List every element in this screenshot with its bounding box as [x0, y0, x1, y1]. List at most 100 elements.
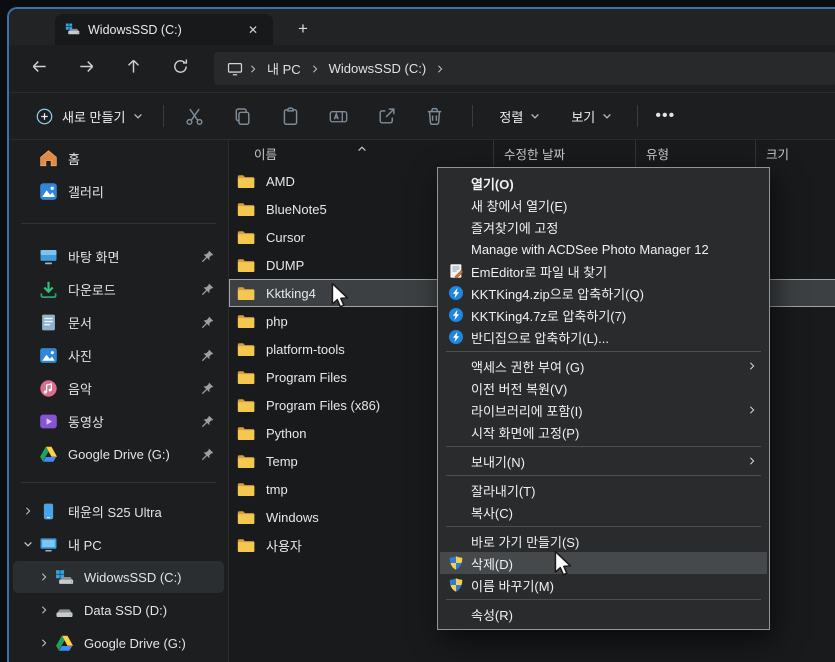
- pinned-icon: [200, 447, 215, 462]
- context-menu-item-pin-start[interactable]: 시작 화면에 고정(P): [440, 421, 767, 443]
- context-menu-item-properties[interactable]: 속성(R): [440, 603, 767, 625]
- context-menu-divider: [446, 475, 761, 476]
- context-menu-item-create-shortcut[interactable]: 바로 가기 만들기(S): [440, 530, 767, 552]
- address-bar[interactable]: 내 PC WidowsSSD (C:): [214, 52, 835, 85]
- chevron-down-icon: [133, 111, 143, 121]
- no-icon: [448, 175, 465, 192]
- sidebar-item-this-pc[interactable]: 내 PC: [13, 528, 224, 560]
- sidebar-item-google-drive[interactable]: Google Drive (G:): [13, 438, 224, 470]
- file-name: php: [266, 314, 288, 329]
- phone-icon: [39, 502, 58, 521]
- context-menu-item-emeditor-find[interactable]: EmEditor로 파일 내 찾기: [440, 260, 767, 282]
- sidebar-item-desktop[interactable]: 바탕 화면: [13, 240, 224, 272]
- context-menu-item-rename[interactable]: 이름 바꾸기(M): [440, 574, 767, 596]
- emeditor-icon: [448, 263, 465, 280]
- column-header-type[interactable]: 유형: [636, 140, 756, 167]
- sidebar-item-label: 바탕 화면: [68, 247, 119, 266]
- forward-button[interactable]: [68, 52, 104, 86]
- up-button[interactable]: [115, 52, 151, 86]
- column-header-name[interactable]: 이름: [229, 140, 494, 167]
- share-button[interactable]: [366, 100, 406, 132]
- context-menu-item-label: 바로 가기 만들기(S): [471, 532, 759, 551]
- toolbar-divider: [472, 105, 473, 127]
- view-button-label: 보기: [571, 107, 595, 126]
- refresh-button[interactable]: [162, 52, 198, 86]
- sidebar-item-gallery[interactable]: 갤러리: [13, 175, 224, 207]
- cut-button[interactable]: [174, 100, 214, 132]
- sort-button-label: 정렬: [499, 107, 523, 126]
- sidebar-item-label: 태윤의 S25 Ultra: [68, 502, 162, 521]
- folder-icon: [237, 174, 255, 189]
- context-menu-item-label: 잘라내기(T): [471, 481, 759, 500]
- column-header-size[interactable]: 크기: [756, 140, 835, 167]
- trash-icon: [424, 106, 445, 127]
- context-menu-item-zip-compress[interactable]: KKTKing4.zip으로 압축하기(Q): [440, 282, 767, 304]
- see-more-button[interactable]: •••: [648, 101, 682, 131]
- context-menu-item-include-library[interactable]: 라이브러리에 포함(I): [440, 399, 767, 421]
- submenu-chevron-icon: [748, 455, 756, 468]
- screen: WidowsSSD (C:) ✕ + 내 PC WidowsSSD (C:): [0, 0, 835, 662]
- context-menu-item-copy[interactable]: 복사(C): [440, 501, 767, 523]
- rename-button[interactable]: [318, 100, 358, 132]
- mouse-cursor: [326, 281, 354, 309]
- context-menu-item-acdsee-manage[interactable]: Manage with ACDSee Photo Manager 12: [440, 238, 767, 260]
- breadcrumb-widowsssd[interactable]: WidowsSSD (C:): [322, 58, 434, 79]
- pinned-icon: [200, 348, 215, 363]
- context-menu-item-delete[interactable]: 삭제(D): [440, 552, 767, 574]
- sidebar-item-home[interactable]: 홈: [13, 142, 224, 174]
- breadcrumb-my-pc[interactable]: 내 PC: [260, 56, 308, 81]
- breadcrumb-chevron-icon: [308, 63, 322, 75]
- no-icon: [448, 380, 465, 397]
- chevron-right-icon: [36, 637, 51, 649]
- new-tab-button[interactable]: +: [289, 16, 317, 42]
- sidebar-item-downloads[interactable]: 다운로드: [13, 273, 224, 305]
- sidebar-item-pictures[interactable]: 사진: [13, 339, 224, 371]
- context-menu-item-restore-versions[interactable]: 이전 버전 복원(V): [440, 377, 767, 399]
- context-menu-item-label: EmEditor로 파일 내 찾기: [471, 262, 759, 281]
- sidebar-item-label: 홈: [68, 149, 80, 168]
- context-menu-item-send-to[interactable]: 보내기(N): [440, 450, 767, 472]
- sidebar-item-music[interactable]: 음악: [13, 372, 224, 404]
- context-menu-divider: [446, 599, 761, 600]
- column-header-date[interactable]: 수정한 날짜: [494, 140, 636, 167]
- context-menu-item-7z-compress[interactable]: KKTKing4.7z로 압축하기(7): [440, 304, 767, 326]
- sidebar-item-widowsssd-c[interactable]: WidowsSSD (C:): [13, 561, 224, 593]
- plus-circle-icon: [35, 107, 54, 126]
- sidebar-item-videos[interactable]: 동영상: [13, 405, 224, 437]
- sidebar-item-documents[interactable]: 문서: [13, 306, 224, 338]
- context-menu-item-open[interactable]: 열기(O): [440, 172, 767, 194]
- pinned-icon: [200, 381, 215, 396]
- new-button[interactable]: 새로 만들기: [25, 101, 153, 132]
- sidebar-item-google-drive-g[interactable]: Google Drive (G:): [13, 627, 224, 659]
- tab-close-icon[interactable]: ✕: [241, 19, 265, 41]
- view-button[interactable]: 보기: [555, 101, 621, 132]
- bandizip-icon: [448, 329, 465, 346]
- rename-icon: [328, 106, 349, 127]
- context-menu-item-grant-access[interactable]: 액세스 권한 부여 (G): [440, 355, 767, 377]
- chevron-down-icon: [602, 111, 612, 121]
- no-icon: [448, 533, 465, 550]
- sidebar-item-data-ssd-d[interactable]: Data SSD (D:): [13, 594, 224, 626]
- context-menu-item-open-new-window[interactable]: 새 창에서 열기(E): [440, 194, 767, 216]
- context-menu-item-bandizip-compress[interactable]: 반디집으로 압축하기(L)...: [440, 326, 767, 348]
- context-menu-item-label: 액세스 권한 부여 (G): [471, 357, 748, 376]
- sort-button[interactable]: 정렬: [483, 101, 549, 132]
- paste-button[interactable]: [270, 100, 310, 132]
- sidebar-item-phone-s25[interactable]: 태윤의 S25 Ultra: [13, 495, 224, 527]
- back-button[interactable]: [21, 52, 57, 86]
- context-menu-item-cut[interactable]: 잘라내기(T): [440, 479, 767, 501]
- pictures-icon: [39, 346, 58, 365]
- mouse-cursor: [549, 549, 577, 577]
- delete-button[interactable]: [414, 100, 454, 132]
- new-button-label: 새로 만들기: [62, 107, 125, 126]
- tab-bar: WidowsSSD (C:) ✕ +: [9, 9, 835, 45]
- no-icon: [448, 424, 465, 441]
- folder-icon: [237, 286, 255, 301]
- document-icon: [39, 313, 58, 332]
- copy-button[interactable]: [222, 100, 262, 132]
- sort-ascending-icon: [357, 143, 367, 153]
- tab-widowsssd[interactable]: WidowsSSD (C:) ✕: [55, 14, 273, 45]
- tab-title: WidowsSSD (C:): [88, 23, 182, 37]
- context-menu-item-pin-favorites[interactable]: 즐겨찾기에 고정: [440, 216, 767, 238]
- folder-icon: [237, 510, 255, 525]
